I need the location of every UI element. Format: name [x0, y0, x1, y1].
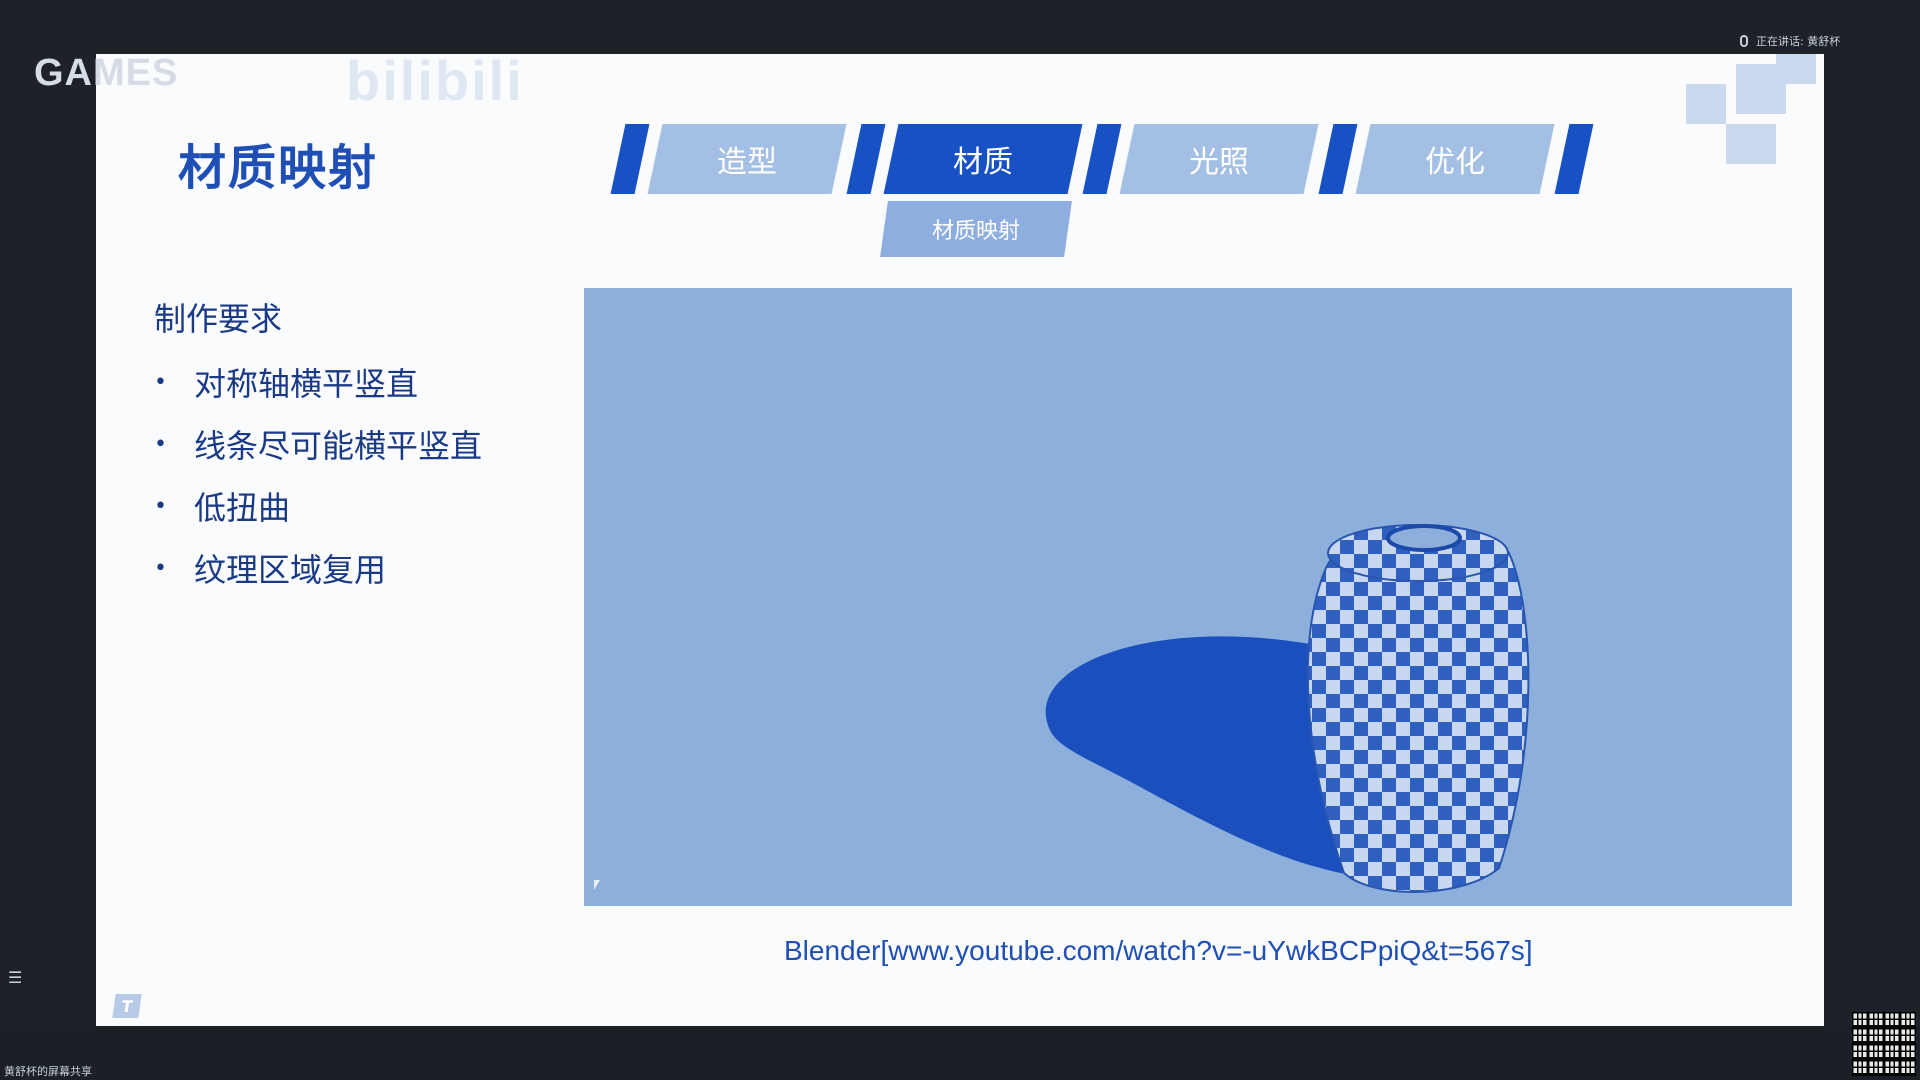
- bilibili-watermark: bilibili: [346, 54, 524, 112]
- tab-accent-bar: [610, 124, 650, 194]
- tab-modeling[interactable]: 造型: [647, 124, 847, 194]
- meeting-bottom-bar: [0, 1026, 1920, 1080]
- barrel-render: [1045, 524, 1530, 893]
- source-caption: Blender[www.youtube.com/watch?v=-uYwkBCP…: [784, 935, 1533, 966]
- bullet: •: [154, 555, 167, 581]
- screen-share-label: 黄舒杯的屏幕共享: [4, 1065, 92, 1078]
- tab-optimization[interactable]: 优化: [1355, 124, 1555, 194]
- tab-label: 造型: [717, 145, 777, 180]
- bullet: •: [154, 369, 167, 395]
- speaker-status-text: 正在讲话: 黄舒杯: [1756, 35, 1841, 48]
- corner-logo: T: [112, 994, 142, 1018]
- decorative-blocks: [1666, 54, 1816, 174]
- tab-label: 材质: [953, 145, 1013, 180]
- mouse-cursor-icon: [594, 880, 600, 890]
- mic-icon: [1740, 35, 1748, 47]
- speaker-status: 正在讲话: 黄舒杯: [1740, 33, 1840, 49]
- bullet: •: [154, 431, 167, 457]
- tab-label: 优化: [1425, 145, 1485, 180]
- bullet: •: [154, 493, 167, 519]
- meeting-right-bar: [1824, 54, 1920, 1026]
- tab-accent-bar: [1554, 124, 1594, 194]
- render-image: [584, 288, 1792, 906]
- list-item: • 线条尽可能横平竖直: [154, 413, 482, 475]
- requirements-heading: 制作要求: [154, 300, 283, 338]
- presentation-slide: bilibili 材质映射 造型 材质 光照 优化 材质映射 制作要求 • 对称…: [96, 54, 1824, 1026]
- requirement-text: 线条尽可能横平竖直: [194, 427, 483, 465]
- brand-logo: GAMES: [34, 52, 179, 94]
- slide-title: 材质映射: [178, 140, 379, 196]
- meeting-left-bar: [0, 54, 96, 1026]
- list-item: • 对称轴横平竖直: [154, 351, 482, 413]
- subtab-label: 材质映射: [931, 219, 1020, 244]
- meeting-top-bar: [0, 0, 1920, 54]
- barrel-body: [1306, 526, 1530, 893]
- requirements-list: • 对称轴横平竖直 • 线条尽可能横平竖直 • 低扭曲 • 纹理区域复用: [154, 351, 482, 599]
- list-item: • 低扭曲: [154, 475, 482, 537]
- tab-accent-bar: [1318, 124, 1358, 194]
- requirement-text: 对称轴横平竖直: [194, 365, 419, 403]
- tab-label: 光照: [1189, 145, 1249, 180]
- subtab-material-mapping[interactable]: 材质映射: [880, 201, 1072, 257]
- barrel-lid: [1386, 524, 1462, 552]
- tab-lighting[interactable]: 光照: [1119, 124, 1319, 194]
- list-menu-icon[interactable]: ☰: [8, 968, 22, 987]
- tab-material[interactable]: 材质: [883, 124, 1083, 194]
- requirement-text: 低扭曲: [194, 489, 291, 527]
- list-item: • 纹理区域复用: [154, 537, 482, 599]
- requirement-text: 纹理区域复用: [194, 551, 387, 589]
- qr-code: [1852, 1012, 1916, 1076]
- tab-accent-bar: [1082, 124, 1122, 194]
- tab-accent-bar: [846, 124, 886, 194]
